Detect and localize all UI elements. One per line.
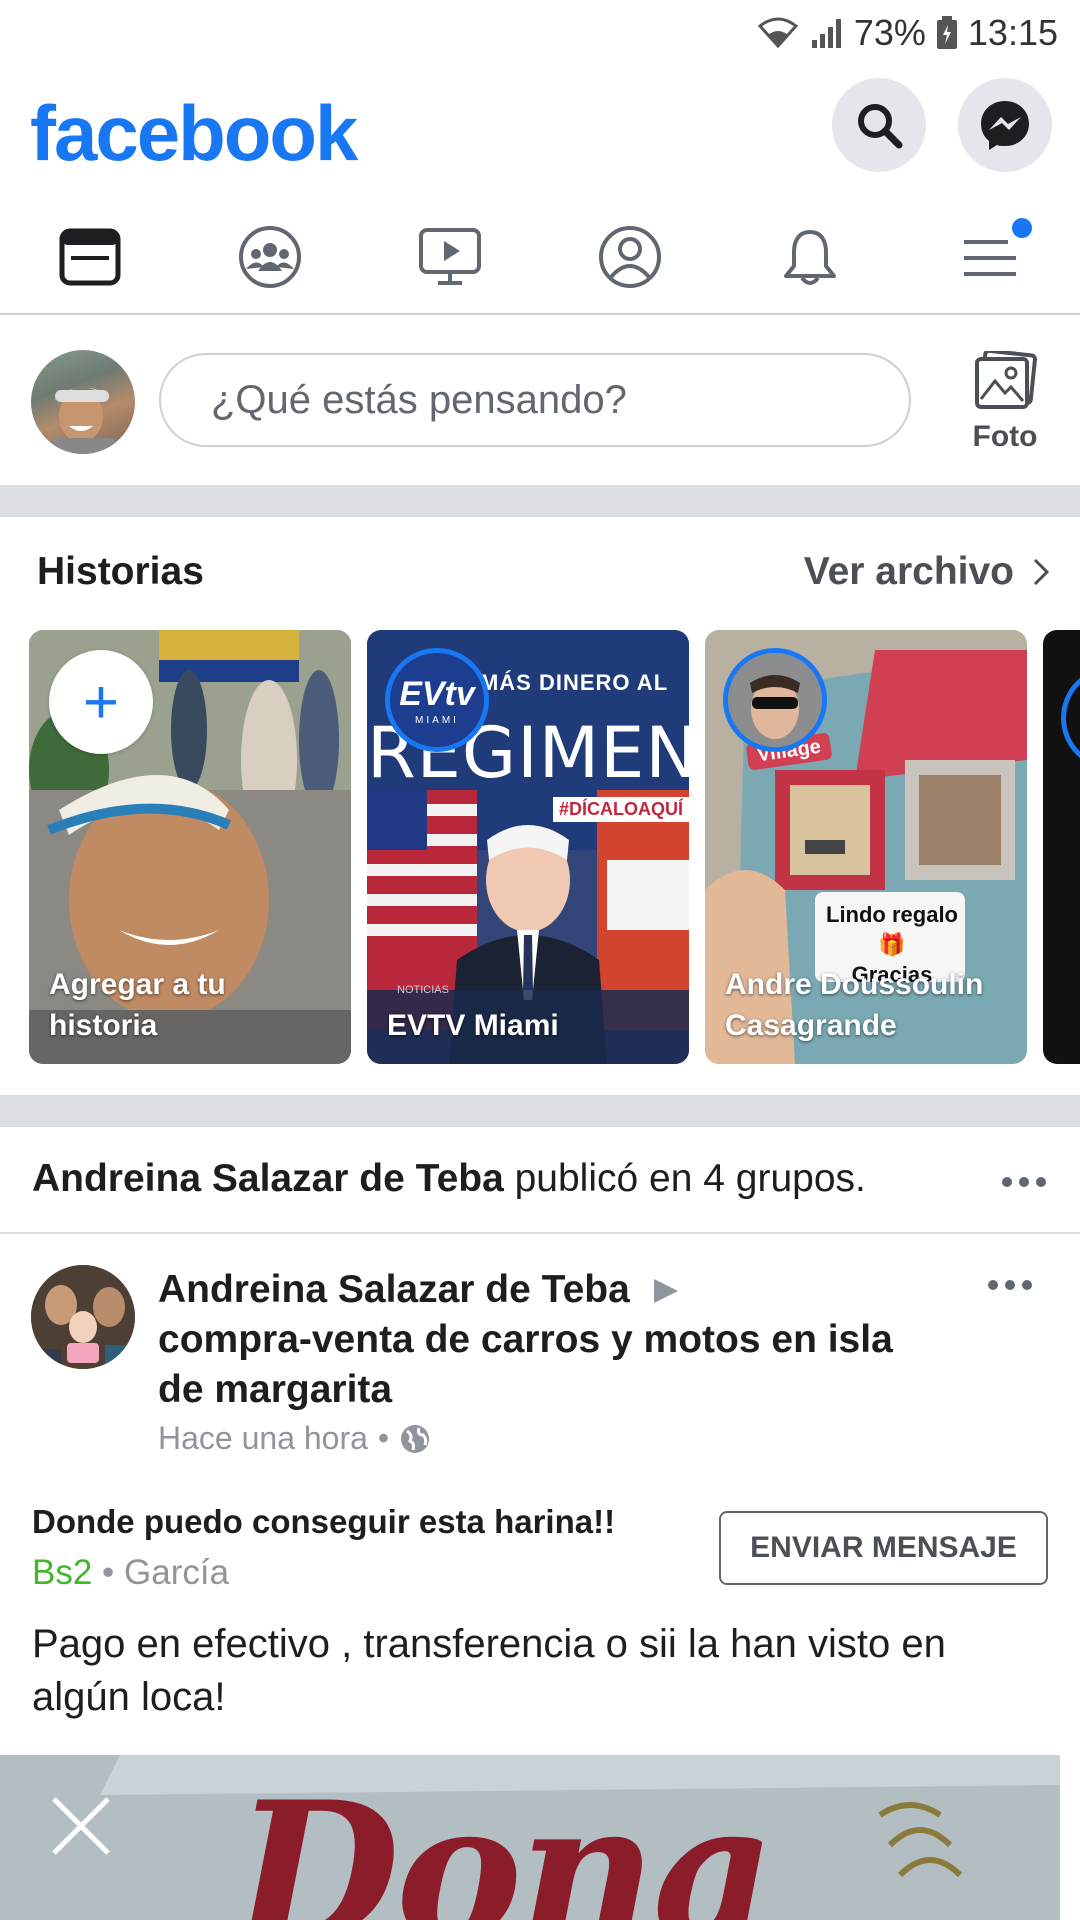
shared-text: Andreina Salazar de Teba publicó en 4 gr… bbox=[32, 1157, 866, 1201]
story-partial[interactable] bbox=[1043, 630, 1080, 1064]
nav-tabs bbox=[0, 200, 1080, 315]
menu-icon bbox=[964, 239, 1016, 276]
more-options-icon[interactable] bbox=[1002, 1177, 1046, 1187]
story-andre-sticker-line1: Lindo regalo 🎁 bbox=[826, 902, 958, 957]
story-evtv-tag: NOTICIAS bbox=[397, 984, 449, 996]
stories-header: Historias Ver archivo bbox=[0, 545, 1080, 605]
view-archive-link[interactable]: Ver archivo bbox=[804, 550, 1050, 594]
facebook-logo: facebook bbox=[30, 89, 358, 177]
tab-menu[interactable] bbox=[900, 200, 1080, 313]
story-label: Andre Doussoulin Casagrande bbox=[725, 968, 984, 1042]
menu-notification-dot bbox=[1012, 218, 1032, 238]
story-label: EVTV Miami bbox=[387, 1009, 559, 1042]
post-author-name[interactable]: Andreina Salazar de Teba bbox=[158, 1268, 630, 1311]
evtv-avatar: EVtv MIAMI bbox=[385, 648, 489, 752]
story-partial-avatar bbox=[1061, 666, 1080, 770]
story-andre[interactable]: Village Lindo regalo 🎁 Gracias Andre Dou… bbox=[705, 630, 1027, 1064]
close-icon[interactable] bbox=[50, 1795, 112, 1857]
listing-price: Bs2 bbox=[32, 1553, 93, 1592]
tab-news-feed[interactable] bbox=[0, 200, 180, 313]
author-avatar[interactable] bbox=[31, 1265, 135, 1369]
user-avatar[interactable] bbox=[31, 350, 135, 454]
battery-percent: 73% bbox=[853, 12, 926, 53]
profile-icon bbox=[599, 225, 661, 288]
story-label: Agregar a tu historia bbox=[49, 968, 226, 1042]
evtv-logo-sub: MIAMI bbox=[415, 715, 459, 726]
section-divider bbox=[0, 485, 1080, 517]
andre-avatar-photo bbox=[728, 653, 822, 747]
tab-profile[interactable] bbox=[540, 200, 720, 313]
post-shared-header: Andreina Salazar de Teba publicó en 4 gr… bbox=[0, 1127, 1080, 1234]
tab-watch[interactable] bbox=[360, 200, 540, 313]
tab-notifications[interactable] bbox=[720, 200, 900, 313]
story-evtv-hashtag: #DÍCALOAQUÍ bbox=[553, 797, 689, 822]
post-meta: Hace una hora • bbox=[158, 1420, 431, 1457]
play-arrow-icon bbox=[653, 1279, 678, 1303]
messenger-icon bbox=[981, 101, 1029, 150]
post-composer: ¿Qué estás pensando? Foto bbox=[0, 317, 1080, 485]
post-image-text: Dona bbox=[235, 1760, 776, 1920]
listing-location: García bbox=[124, 1553, 230, 1592]
photo-icon bbox=[975, 348, 1037, 409]
view-archive-label: Ver archivo bbox=[803, 550, 1014, 593]
battery-icon bbox=[936, 16, 957, 49]
section-divider bbox=[0, 1095, 1080, 1127]
stories-title: Historias bbox=[37, 550, 204, 593]
send-message-button[interactable]: ENVIAR MENSAJE bbox=[719, 1511, 1048, 1585]
bell-icon bbox=[784, 229, 836, 285]
listing-separator: • bbox=[102, 1553, 125, 1592]
chevron-right-icon bbox=[1033, 558, 1050, 586]
status-bar: 73% 13:15 bbox=[0, 0, 1080, 66]
messenger-button[interactable] bbox=[958, 78, 1052, 172]
watch-icon bbox=[419, 227, 481, 285]
author-avatar-photo bbox=[31, 1265, 135, 1369]
evtv-logo-text: EVtv bbox=[399, 675, 475, 713]
story-evtv[interactable]: QUITA MÁS DINERO AL REGIMEN #DÍCALOAQUÍ … bbox=[367, 630, 689, 1064]
photo-button[interactable]: Foto bbox=[950, 348, 1060, 454]
shared-author[interactable]: Andreina Salazar de Teba bbox=[32, 1157, 504, 1200]
shared-suffix: publicó en 4 grupos. bbox=[503, 1157, 866, 1200]
user-avatar-photo bbox=[51, 387, 115, 454]
photo-label: Foto bbox=[972, 420, 1038, 453]
status-input[interactable]: ¿Qué estás pensando? bbox=[159, 353, 911, 447]
add-story-button[interactable]: + bbox=[49, 650, 153, 754]
post-time[interactable]: Hace una hora bbox=[158, 1420, 368, 1457]
wifi-icon bbox=[757, 17, 799, 49]
story-add[interactable]: + Agregar a tu historia bbox=[29, 630, 351, 1064]
globe-icon bbox=[401, 1424, 430, 1453]
search-button[interactable] bbox=[832, 78, 926, 172]
post-image[interactable]: Dona bbox=[0, 1755, 1060, 1920]
plus-icon: + bbox=[82, 667, 120, 737]
post-body: Pago en efectivo , transferencia o sii l… bbox=[32, 1622, 946, 1719]
search-icon bbox=[858, 104, 903, 149]
post-group-name[interactable]: compra-venta de carros y motos en isla d… bbox=[158, 1315, 938, 1415]
post-author-block: Andreina Salazar de Teba compra-venta de… bbox=[158, 1265, 938, 1415]
listing-subtitle: Bs2 • García bbox=[32, 1553, 229, 1593]
clock: 13:15 bbox=[967, 12, 1058, 53]
app-header: facebook bbox=[0, 70, 1080, 185]
groups-icon bbox=[239, 225, 301, 288]
post-options-icon[interactable] bbox=[988, 1280, 1032, 1290]
tab-groups[interactable] bbox=[180, 200, 360, 313]
signal-icon bbox=[811, 19, 841, 48]
news-feed-icon bbox=[59, 228, 121, 285]
andre-avatar bbox=[723, 648, 827, 752]
meta-separator: • bbox=[377, 1420, 390, 1456]
listing-title: Donde puedo conseguir esta harina!! bbox=[32, 1503, 616, 1540]
